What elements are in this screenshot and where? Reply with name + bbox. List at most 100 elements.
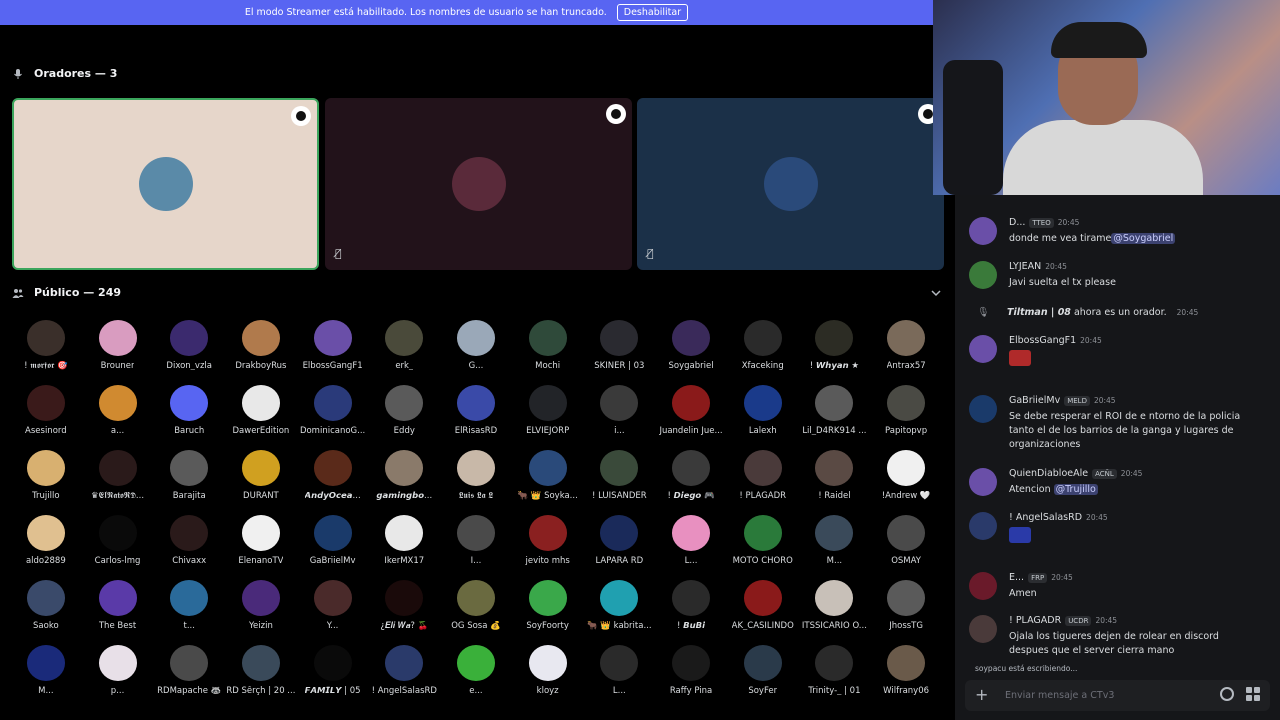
audience-member[interactable]: OG Sosa 💰	[440, 580, 512, 630]
audience-member[interactable]: ¿𝑬𝒍𝒊 𝑾𝒂? 🍒	[368, 580, 440, 630]
audience-member[interactable]: !Andrew 🤍	[870, 450, 942, 500]
audience-member[interactable]: RD Šêrçh | 20 ...	[225, 645, 297, 695]
audience-member[interactable]: SKINER | 03	[584, 320, 656, 370]
audience-member[interactable]: AK_CASILINDO	[727, 580, 799, 630]
audience-member[interactable]: Xfaceking	[727, 320, 799, 370]
audience-member[interactable]: SoyFoorty	[512, 580, 584, 630]
message-author[interactable]: ! AngelSalasRD	[1009, 512, 1082, 523]
audience-member[interactable]: ElRisasRD	[440, 385, 512, 435]
emoji-icon[interactable]	[1220, 687, 1234, 701]
audience-member[interactable]: jevito mhs	[512, 515, 584, 565]
audience-member[interactable]: Asesinord	[10, 385, 82, 435]
audience-member[interactable]: Barajita	[153, 450, 225, 500]
audience-member[interactable]: ElenanoTV	[225, 515, 297, 565]
message-avatar[interactable]	[969, 217, 997, 245]
add-attachment-icon[interactable]: +	[975, 685, 988, 704]
audience-member[interactable]: IkerMX17	[368, 515, 440, 565]
message-author[interactable]: QuienDiabloeAle	[1009, 468, 1088, 479]
audience-member[interactable]: Papitopvp	[870, 385, 942, 435]
audience-member[interactable]: 🐂 👑 kabrita...	[584, 580, 656, 630]
audience-member[interactable]: SoyFer	[727, 645, 799, 695]
audience-member[interactable]: Juandelin Jue...	[655, 385, 727, 435]
speaker-tile[interactable]	[12, 98, 319, 270]
user-mention[interactable]: @Soygabriel	[1111, 233, 1176, 244]
message-author[interactable]: LYJEAN	[1009, 261, 1041, 272]
audience-member[interactable]: Saoko	[10, 580, 82, 630]
audience-member[interactable]: 𝙁𝘼𝙈𝙄𝙇𝙔 | 05	[297, 645, 369, 695]
speaker-tile[interactable]: 🎙̸	[637, 98, 944, 270]
message-avatar[interactable]	[969, 615, 997, 643]
audience-member[interactable]: I...	[440, 515, 512, 565]
message-avatar[interactable]	[969, 512, 997, 540]
audience-member[interactable]: LAPARA RD	[584, 515, 656, 565]
audience-member[interactable]: Dixon_vzla	[153, 320, 225, 370]
audience-member[interactable]: i...	[584, 385, 656, 435]
audience-member[interactable]: e...	[440, 645, 512, 695]
message-author[interactable]: ! PLAGADR	[1009, 615, 1061, 626]
audience-member[interactable]: Brouner	[82, 320, 154, 370]
audience-member[interactable]: 𝕷𝖚𝖎𝖘 𝕷𝖆 𝕷	[440, 450, 512, 500]
audience-member[interactable]: ! AngelSalasRD	[368, 645, 440, 695]
message-author[interactable]: ElbossGangF1	[1009, 335, 1076, 346]
audience-member[interactable]: 𝙜𝙖𝙢𝙞𝙣𝙜𝙗𝙤...	[368, 450, 440, 500]
audience-member[interactable]: Yeizin	[225, 580, 297, 630]
audience-member[interactable]: ! LUISANDER	[584, 450, 656, 500]
audience-member[interactable]: Y...	[297, 580, 369, 630]
disable-streamer-mode-button[interactable]: Deshabilitar	[616, 4, 689, 21]
audience-member[interactable]: ! PLAGADR	[727, 450, 799, 500]
audience-member[interactable]: Raffy Pina	[655, 645, 727, 695]
message-author[interactable]: D...	[1009, 217, 1025, 228]
audience-member[interactable]: L...	[584, 645, 656, 695]
apps-icon[interactable]	[1246, 687, 1260, 701]
audience-member[interactable]: Chivaxx	[153, 515, 225, 565]
audience-member[interactable]: Mochi	[512, 320, 584, 370]
message-avatar[interactable]	[969, 335, 997, 363]
audience-member[interactable]: ♛𝕰𝖑𝕹𝖆𝖙𝖔𝕽𝕯...	[82, 450, 154, 500]
audience-member[interactable]: Trujillo	[10, 450, 82, 500]
audience-member[interactable]: ! 𝖒𝖔𝖗𝖋𝖔𝖗 🎯	[10, 320, 82, 370]
audience-member[interactable]: The Best	[82, 580, 154, 630]
audience-member[interactable]: 𝘼𝙣𝙙𝙮𝙊𝙘𝙚𝙖...	[297, 450, 369, 500]
audience-member[interactable]: p...	[82, 645, 154, 695]
audience-member[interactable]: ! Raidel	[799, 450, 871, 500]
audience-member[interactable]: DawerEdition	[225, 385, 297, 435]
audience-member[interactable]: Eddy	[368, 385, 440, 435]
audience-member[interactable]: DrakboyRus	[225, 320, 297, 370]
speaker-tile[interactable]: 🎙̸	[325, 98, 632, 270]
message-author[interactable]: GaBriielMv	[1009, 395, 1060, 406]
audience-member[interactable]: Antrax57	[870, 320, 942, 370]
audience-member[interactable]: Lalexh	[727, 385, 799, 435]
audience-member[interactable]: RDMapache 🦝	[153, 645, 225, 695]
message-input[interactable]	[1005, 687, 1205, 704]
audience-member[interactable]: DominicanoG...	[297, 385, 369, 435]
audience-member[interactable]: ! 𝘽𝙪𝘽𝙞	[655, 580, 727, 630]
audience-member[interactable]: ITSSICARIO O...	[799, 580, 871, 630]
audience-member[interactable]: 🐂 👑 Soyka...	[512, 450, 584, 500]
audience-member[interactable]: ELVIEJORP	[512, 385, 584, 435]
audience-member[interactable]: erk_	[368, 320, 440, 370]
audience-member[interactable]: Trinity-_ | 01	[799, 645, 871, 695]
audience-member[interactable]: aldo2889	[10, 515, 82, 565]
audience-member[interactable]: ElbossGangF1	[297, 320, 369, 370]
message-author[interactable]: E...	[1009, 572, 1024, 583]
audience-member[interactable]: kloyz	[512, 645, 584, 695]
audience-member[interactable]: GaBriielMv	[297, 515, 369, 565]
message-avatar[interactable]	[969, 395, 997, 423]
audience-member[interactable]: Carlos-lmg	[82, 515, 154, 565]
audience-member[interactable]: M...	[799, 515, 871, 565]
audience-member[interactable]: Soygabriel	[655, 320, 727, 370]
audience-member[interactable]: Wilfrany06	[870, 645, 942, 695]
message-avatar[interactable]	[969, 468, 997, 496]
message-avatar[interactable]	[969, 572, 997, 600]
audience-member[interactable]: M...	[10, 645, 82, 695]
audience-member[interactable]: MOTO CHORO	[727, 515, 799, 565]
audience-member[interactable]: t...	[153, 580, 225, 630]
audience-member[interactable]: ! 𝘿𝙞𝙚𝙜𝙤 🎮	[655, 450, 727, 500]
audience-member[interactable]: a...	[82, 385, 154, 435]
user-mention[interactable]: @Trujillo	[1053, 484, 1098, 495]
audience-member[interactable]: G...	[440, 320, 512, 370]
audience-member[interactable]: L...	[655, 515, 727, 565]
audience-member[interactable]: Baruch	[153, 385, 225, 435]
chevron-down-icon[interactable]	[930, 287, 942, 299]
audience-member[interactable]: ! 𝙒𝙝𝙮𝙖𝙣 ★	[799, 320, 871, 370]
